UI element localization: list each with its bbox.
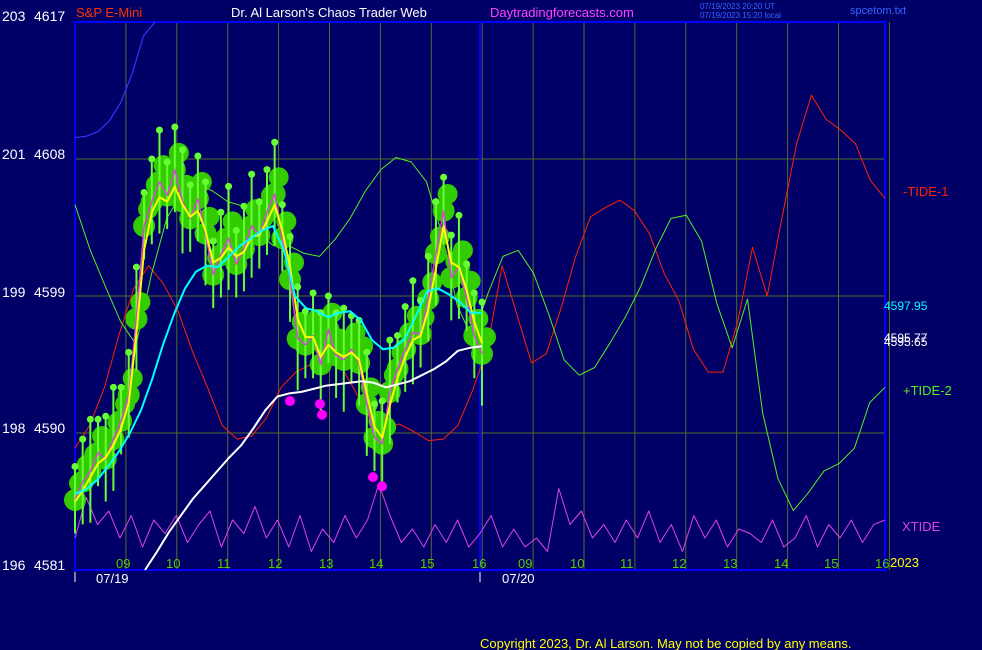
price-dot	[340, 304, 348, 312]
price-halo	[437, 184, 458, 205]
file-name: spcetom.txt	[850, 5, 906, 17]
price-dot	[255, 198, 263, 206]
price-halo	[268, 167, 289, 188]
price-dot	[432, 198, 440, 206]
price-dot	[163, 158, 171, 166]
price-dot	[324, 292, 332, 300]
price-dot	[194, 152, 202, 160]
price-dot	[394, 332, 402, 340]
x-tick-label: 09	[518, 556, 532, 571]
y-tick-price: 4608	[34, 146, 65, 162]
magenta-marker	[368, 472, 378, 483]
price-dot	[209, 237, 217, 245]
price-white-label-b: 4595.65	[884, 335, 928, 349]
x-tick-label: 14	[774, 556, 788, 571]
y-tick-price: 4581	[34, 557, 65, 573]
price-dot	[71, 462, 79, 470]
price-dot	[125, 348, 133, 356]
price-dot	[286, 233, 294, 241]
y-tick-price: 4599	[34, 284, 65, 300]
price-dot	[378, 397, 386, 405]
price-dot	[217, 208, 225, 216]
x-tick-label: 16	[875, 556, 889, 571]
price-dot	[447, 231, 455, 239]
year-label: 2023	[890, 555, 919, 570]
price-dot	[370, 400, 378, 408]
price-dot	[179, 146, 187, 154]
price-dot	[294, 283, 302, 291]
x-tick-label: 13	[319, 556, 333, 571]
instrument-title: S&P E-Mini	[76, 5, 142, 20]
x-tick-label: 12	[268, 556, 282, 571]
price-dot	[455, 211, 463, 219]
magenta-marker	[377, 481, 387, 492]
price-dot	[263, 166, 271, 174]
x-tick-label: 10	[570, 556, 584, 571]
xtide-label: XTIDE	[902, 519, 941, 534]
y-tick-code: 199	[2, 284, 26, 300]
price-halo	[452, 240, 473, 261]
price-dot	[148, 155, 156, 163]
price-dot	[271, 138, 279, 146]
price-dot	[140, 188, 148, 196]
price-dot	[386, 336, 394, 344]
price-dot	[248, 170, 256, 178]
copyright: Copyright 2023, Dr. Al Larson. May not b…	[480, 636, 851, 650]
x-tick-label: 16	[472, 556, 486, 571]
price-dot	[424, 252, 432, 260]
y-top-code: 203	[2, 8, 26, 24]
price-dot	[278, 201, 286, 209]
price-dot	[94, 415, 102, 423]
price-dot	[132, 263, 140, 271]
price-halo	[168, 142, 189, 163]
y-tick-code: 198	[2, 420, 26, 436]
tide1-label: -TIDE-1	[903, 184, 949, 199]
x-tick-label: 11	[217, 556, 231, 571]
price-cyan-label: 4597.95	[884, 299, 928, 313]
price-dot	[409, 277, 417, 285]
price-dot	[470, 289, 478, 297]
price-dot	[186, 181, 194, 189]
x-tick-label: 12	[672, 556, 686, 571]
x-tick-label: 10	[166, 556, 180, 571]
price-dot	[102, 412, 110, 420]
price-dot	[109, 383, 117, 391]
tide2-label: +TIDE-2	[903, 383, 952, 398]
price-dot	[202, 178, 210, 186]
price-dot	[363, 348, 371, 356]
timestamp-local: 07/19/2023 15:20 local	[700, 11, 781, 20]
price-dot	[401, 303, 409, 311]
timestamp-ut: 07/19/2023 20:20 UT	[700, 2, 775, 11]
x-tick-label: 15	[420, 556, 434, 571]
price-dot	[79, 435, 87, 443]
date-label: 07/20	[502, 571, 535, 586]
price-dot	[463, 260, 471, 268]
price-dot	[440, 173, 448, 181]
magenta-marker	[315, 399, 325, 410]
price-dot	[117, 383, 125, 391]
price-dot	[155, 126, 163, 134]
price-dot	[232, 227, 240, 235]
price-dot	[309, 289, 317, 297]
price-dot	[225, 182, 233, 190]
x-tick-label: 11	[620, 556, 634, 571]
x-tick-label: 13	[723, 556, 737, 571]
magenta-marker	[285, 396, 295, 407]
price-dot	[171, 123, 179, 131]
date-label: 07/19	[96, 571, 129, 586]
y-tick-code: 196	[2, 557, 26, 573]
magenta-marker	[317, 409, 327, 420]
site-title: Dr. Al Larson's Chaos Trader Web	[231, 5, 427, 20]
x-tick-label: 09	[116, 556, 130, 571]
x-tick-label: 15	[824, 556, 838, 571]
price-dot	[240, 202, 248, 210]
x-tick-label: 14	[369, 556, 383, 571]
price-chart: 203 4617 S&P E-Mini Dr. Al Larson's Chao…	[0, 0, 982, 650]
price-dot	[86, 415, 94, 423]
site-url: Daytradingforecasts.com	[490, 5, 634, 20]
y-tick-code: 201	[2, 146, 26, 162]
y-top-price: 4617	[34, 8, 65, 24]
y-tick-price: 4590	[34, 420, 65, 436]
price-dot	[478, 298, 486, 306]
